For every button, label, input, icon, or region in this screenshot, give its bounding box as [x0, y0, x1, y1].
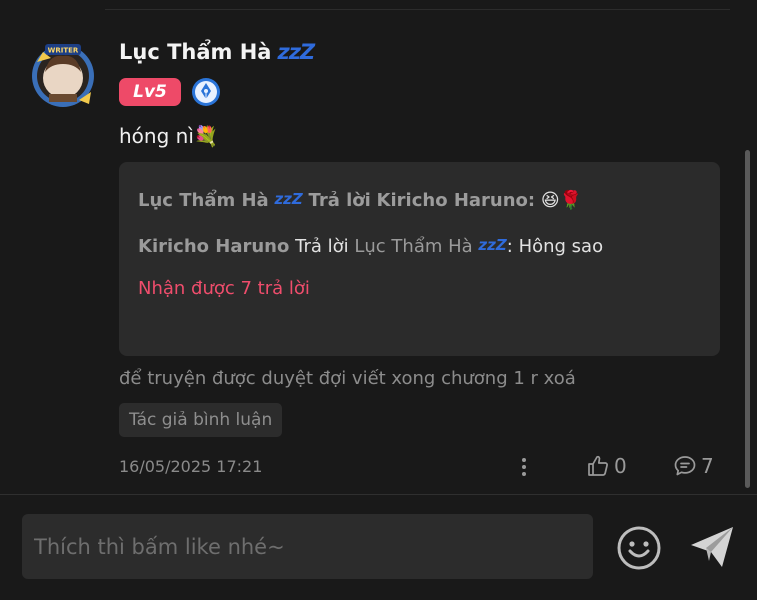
comment-note: để truyện được duyệt đợi viết xong chươn…: [119, 368, 576, 389]
comment-timestamp: 16/05/2025 17:21: [119, 457, 263, 476]
reply-word: Trả lời: [295, 236, 349, 257]
sleep-icon: zzZ: [277, 40, 315, 64]
reply-item[interactable]: Kiricho Haruno Trả lời Lục Thẩm Hà zzZ: …: [138, 236, 603, 257]
reply-target[interactable]: Lục Thẩm Hà: [354, 236, 472, 257]
author-comment-tag: Tác giả bình luận: [119, 403, 283, 437]
top-divider: [105, 9, 730, 10]
reply-button[interactable]: 7: [673, 452, 714, 480]
more-vertical-icon[interactable]: [517, 456, 531, 478]
chat-bubble-icon: [674, 456, 696, 476]
reply-word: Trả lời: [308, 190, 371, 211]
reply-target[interactable]: Kiricho Haruno: [377, 190, 528, 211]
reply-item[interactable]: Lục Thẩm Hà zzZ Trả lời Kiricho Haruno: …: [138, 190, 582, 211]
scrollbar[interactable]: [745, 150, 750, 488]
reply-content: 😆🌹: [540, 190, 583, 211]
replies-preview[interactable]: Lục Thẩm Hà zzZ Trả lời Kiricho Haruno: …: [119, 162, 720, 356]
reply-separator: :: [506, 236, 513, 257]
username-text: Lục Thẩm Hà: [119, 40, 272, 64]
sleep-icon: zzZ: [478, 236, 507, 254]
level-badge: Lv5: [119, 78, 181, 106]
bouquet-emoji: 💐: [193, 124, 219, 148]
avatar-frame-text: WRITER: [48, 47, 79, 55]
username[interactable]: Lục Thẩm Hà zzZ: [119, 40, 315, 64]
avatar[interactable]: WRITER: [29, 42, 97, 110]
reply-author[interactable]: Kiricho Haruno: [138, 236, 289, 257]
input-divider: [0, 494, 757, 495]
send-arrow-icon[interactable]: [688, 523, 736, 571]
view-more-replies-link[interactable]: Nhận được 7 trả lời: [138, 278, 310, 299]
comment-text: hóng nì💐: [119, 124, 219, 148]
like-button[interactable]: 0: [586, 452, 627, 480]
writer-pen-badge-icon: [191, 77, 221, 107]
comment-body: hóng nì: [119, 124, 194, 148]
reply-separator: :: [527, 190, 536, 211]
reply-author[interactable]: Lục Thẩm Hà: [138, 190, 269, 211]
like-count: 0: [614, 454, 627, 478]
comment-input[interactable]: [22, 514, 593, 579]
thumbs-up-icon: [588, 455, 608, 476]
reply-content: Hông sao: [518, 236, 604, 257]
smiley-icon[interactable]: [616, 525, 662, 571]
sleep-icon: zzZ: [274, 190, 303, 208]
reply-count: 7: [701, 454, 714, 478]
